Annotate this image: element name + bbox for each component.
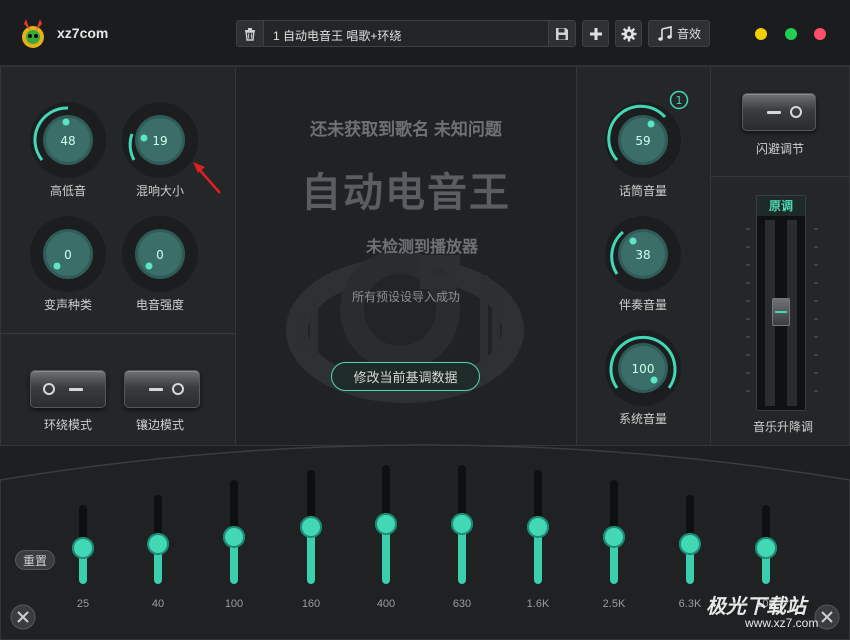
annotation-arrow-icon xyxy=(193,162,221,194)
knob-dial: 0 xyxy=(122,216,198,292)
mic-volume-knob[interactable]: 59 话筒音量 xyxy=(603,100,683,199)
pitch-ticks xyxy=(746,228,818,392)
gear-icon xyxy=(621,26,636,41)
knob-label: 电音强度 xyxy=(135,298,184,312)
eq-slider-thumb[interactable] xyxy=(223,526,245,548)
preset-name: 1 自动电音王 唱歌+环绕 xyxy=(273,29,402,43)
voice-change-knob[interactable]: 0 变声种类 xyxy=(28,214,108,313)
knob-dial: 0 xyxy=(30,216,106,292)
save-preset-button[interactable] xyxy=(548,21,575,46)
eq-band-label: 2.5K xyxy=(602,598,626,610)
eq-slider-thumb[interactable] xyxy=(451,513,473,535)
electro-strength-knob[interactable]: 0 电音强度 xyxy=(120,214,200,313)
pitch-divider xyxy=(711,176,850,177)
watermark-url: www.xz7.com xyxy=(745,616,819,630)
eq-band-label: 25 xyxy=(76,598,90,610)
eq-band-label: 630 xyxy=(452,598,472,610)
eq-band-label: 1.6K xyxy=(526,598,550,610)
system-volume-knob[interactable]: 100 系统音量 xyxy=(603,328,683,427)
bass-treble-knob[interactable]: 48 高低音 xyxy=(28,100,108,199)
maximize-button[interactable] xyxy=(785,28,797,40)
sound-effect-button[interactable]: 音效 xyxy=(648,20,710,47)
mic-channel-badge[interactable]: 1 xyxy=(669,90,689,110)
knob-label: 高低音 xyxy=(49,184,86,198)
toggle-bar xyxy=(69,388,83,391)
preset-selector[interactable]: 1 自动电音王 唱歌+环绕 xyxy=(236,20,576,47)
flanger-mode-toggle[interactable] xyxy=(124,370,200,408)
edit-tone-button[interactable]: 修改当前基调数据 xyxy=(331,362,480,391)
knob-value: 0 xyxy=(64,248,72,262)
add-preset-button[interactable] xyxy=(582,20,609,47)
trash-icon xyxy=(245,27,255,41)
eq-slider-thumb[interactable] xyxy=(147,533,169,555)
close-button[interactable] xyxy=(814,28,826,40)
knob-label: 话筒音量 xyxy=(618,184,667,198)
eq-band-label: 400 xyxy=(376,598,396,610)
minimize-button[interactable] xyxy=(755,28,767,40)
knob-label: 混响大小 xyxy=(135,184,184,198)
knob-value: 19 xyxy=(152,134,167,148)
reverb-size-knob[interactable]: 19 混响大小 xyxy=(120,100,200,199)
app-logo-icon xyxy=(22,19,44,48)
music-note-icon xyxy=(658,25,672,41)
eq-band-label: 40 xyxy=(151,598,165,610)
toggle-ring xyxy=(172,383,184,395)
knob-value: 0 xyxy=(156,248,164,262)
knob-label: 变声种类 xyxy=(43,298,92,312)
toggle-bar xyxy=(767,111,781,114)
title-bar: xz7com 1 自动电音王 唱歌+环绕 音效 xyxy=(0,0,850,66)
eq-slider-thumb[interactable] xyxy=(603,526,625,548)
toggle-bar xyxy=(149,388,163,391)
song-status: 还未获取到歌名 未知问题 xyxy=(310,120,502,139)
eq-slider-thumb[interactable] xyxy=(300,516,322,538)
eq-slider-thumb[interactable] xyxy=(527,516,549,538)
app-brand: xz7com xyxy=(57,25,109,41)
left-divider xyxy=(0,333,236,334)
knob-value: 48 xyxy=(60,134,75,148)
plus-icon xyxy=(589,27,602,40)
knob-dial: 48 xyxy=(30,102,106,178)
knob-label: 伴奏音量 xyxy=(618,298,667,312)
toggle-ring xyxy=(790,106,802,118)
dodge-label: 闪避调节 xyxy=(755,142,804,156)
eq-slider-thumb[interactable] xyxy=(755,537,777,559)
eq-band-label: 100 xyxy=(224,598,244,610)
eq-reset-button[interactable]: 重置 xyxy=(15,550,55,570)
eq-slider-thumb[interactable] xyxy=(679,533,701,555)
accompaniment-volume-knob[interactable]: 38 伴奏音量 xyxy=(603,214,683,313)
knob-label: 系统音量 xyxy=(618,412,667,426)
knob-value: 59 xyxy=(635,134,650,148)
preset-import-status: 所有预设设导入成功 xyxy=(351,290,460,304)
eq-slider-thumb[interactable] xyxy=(375,513,397,535)
bottom-left-knob-icon xyxy=(10,604,36,630)
surround-mode-toggle[interactable] xyxy=(30,370,106,408)
badge-number: 1 xyxy=(676,94,683,107)
knob-dial: 100 xyxy=(605,330,681,406)
save-icon xyxy=(556,27,568,40)
app-big-title: 自动电音王 xyxy=(301,171,511,215)
eq-band-label: 160 xyxy=(301,598,321,610)
sound-effect-label: 音效 xyxy=(676,27,701,41)
player-status: 未检测到播放器 xyxy=(366,239,479,256)
knob-value: 38 xyxy=(635,248,650,262)
pitch-header: 原调 xyxy=(757,196,805,216)
settings-button[interactable] xyxy=(615,20,642,47)
toggle-ring xyxy=(43,383,55,395)
watermark-text: 极光下载站 xyxy=(706,596,806,618)
knob-dial: 19 xyxy=(122,102,198,178)
knob-value: 100 xyxy=(632,362,655,376)
eq-slider-thumb[interactable] xyxy=(72,537,94,559)
dodge-toggle[interactable] xyxy=(742,93,816,131)
knob-dial: 59 xyxy=(605,102,681,178)
eq-band-label: 6.3K xyxy=(678,598,702,610)
knob-dial: 38 xyxy=(605,216,681,292)
delete-preset-button[interactable] xyxy=(237,21,264,46)
